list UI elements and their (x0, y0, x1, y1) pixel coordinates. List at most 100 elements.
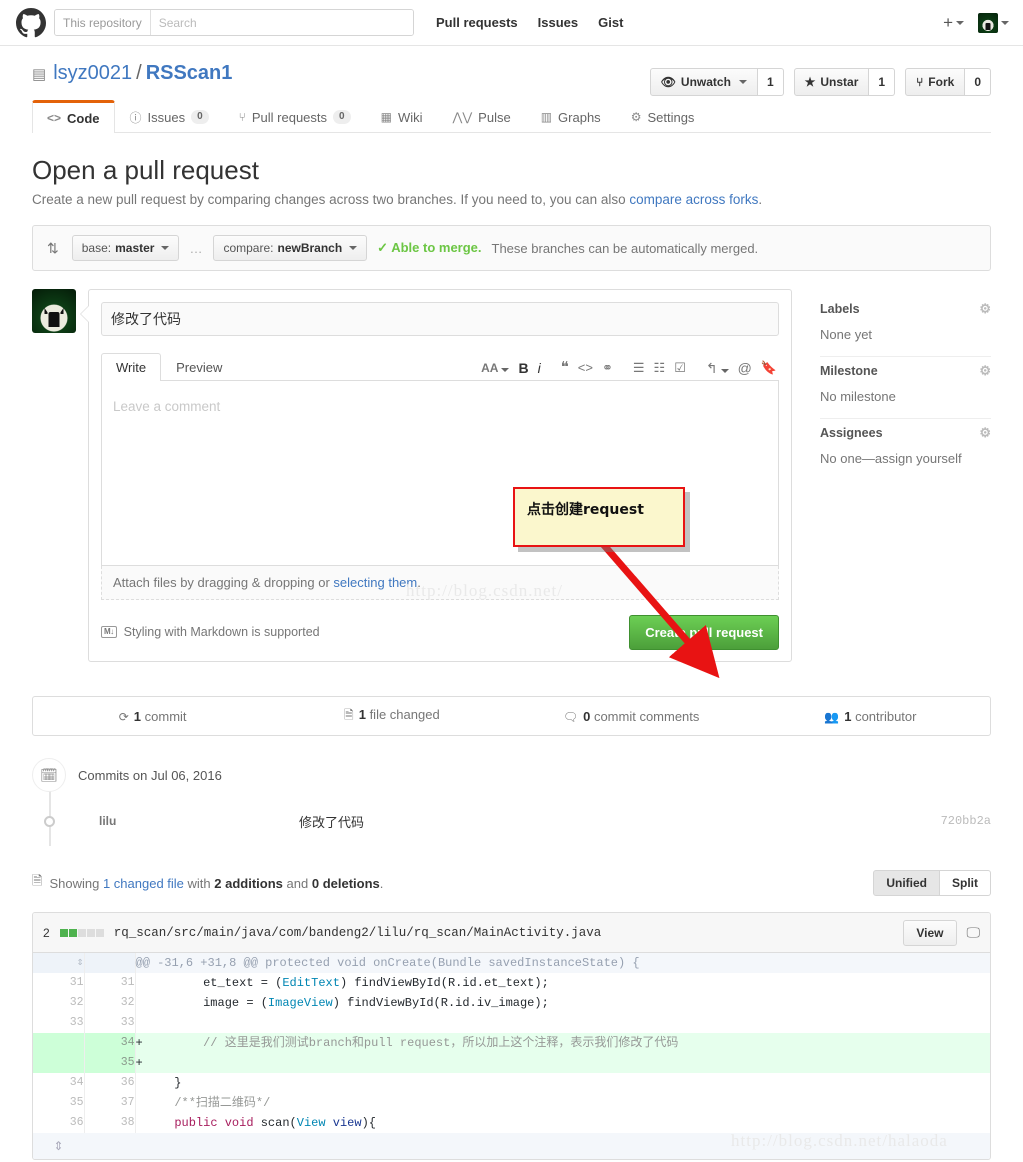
line-code[interactable]: } (135, 1073, 990, 1093)
line-number-new: 34 (84, 1033, 136, 1053)
line-code[interactable]: + (135, 1053, 990, 1073)
desktop-download-icon[interactable]: 🖵 (967, 924, 981, 941)
stat-comments-count: 0 (583, 708, 591, 724)
tab-pull-requests[interactable]: ⑂ Pull requests 0 (224, 100, 366, 133)
search-scope-label[interactable]: This repository (55, 10, 151, 35)
stat-files-changed[interactable]: 🗎 1 file changed (272, 706, 511, 727)
file-path[interactable]: rq_scan/src/main/java/com/bandeng2/lilu/… (114, 926, 894, 940)
mention-icon[interactable]: @ (738, 361, 752, 375)
repository-tabs: <> Code ⓘ Issues 0 ⑂ Pull requests 0 ▦ W… (32, 99, 991, 133)
swap-branches-icon[interactable]: ⇅ (47, 240, 59, 257)
markdown-support-note: M↓ Styling with Markdown is supported (101, 625, 320, 639)
commit-author[interactable]: lilu (99, 814, 299, 828)
line-code[interactable]: /**扫描二维码*/ (135, 1093, 990, 1113)
diff-line-context: 33 33 (33, 1013, 990, 1033)
chevron-down-icon (738, 80, 747, 84)
line-number-old (33, 1053, 85, 1073)
commit-icon: ⟳ (118, 709, 129, 724)
repo-name-link[interactable]: RSScan1 (146, 62, 233, 85)
gear-icon[interactable]: ⚙ (979, 301, 991, 317)
star-count[interactable]: 1 (869, 68, 896, 96)
gear-icon[interactable]: ⚙ (979, 363, 991, 379)
tab-graphs[interactable]: ▥ Graphs (526, 100, 616, 133)
file-diff-header: 2 rq_scan/src/main/java/com/bandeng2/lil… (33, 913, 990, 953)
issue-opened-icon: ⓘ (129, 110, 142, 125)
eye-icon: 👁 (660, 75, 676, 89)
repo-owner-link[interactable]: lsyz0021 (53, 62, 132, 85)
line-code[interactable]: et_text = (EditText) findViewById(R.id.e… (135, 973, 990, 993)
unwatch-button[interactable]: 👁 Unwatch (649, 68, 758, 96)
unstar-button[interactable]: ★ Unstar (793, 68, 870, 96)
tab-pulse[interactable]: ⋀⋁ Pulse (437, 100, 525, 133)
compare-branch-select[interactable]: compare: newBranch (213, 235, 368, 261)
fork-button[interactable]: ⑂ Fork (905, 68, 966, 96)
search-input[interactable] (150, 10, 413, 35)
commit-message[interactable]: 修改了代码 (299, 812, 941, 831)
account-menu[interactable] (978, 13, 1009, 33)
text-size-icon[interactable]: AA (481, 362, 510, 374)
compare-ellipsis: … (189, 240, 204, 256)
annotation-callout-box: 点击创建request (513, 487, 685, 547)
nav-link-gist[interactable]: Gist (598, 15, 623, 30)
bold-icon[interactable]: B (518, 361, 528, 375)
pull-request-stats-bar: ⟳ 1 commit 🗎 1 file changed 🗨 0 commit comm… (32, 696, 991, 736)
tab-write[interactable]: Write (101, 353, 162, 381)
search-box[interactable]: This repository (54, 9, 414, 36)
saved-replies-icon[interactable]: 🔖 (761, 361, 777, 374)
ordered-list-icon[interactable]: ☷ (654, 361, 666, 374)
gear-icon[interactable]: ⚙ (979, 425, 991, 441)
merge-status: ✓ Able to merge. (377, 240, 481, 256)
stat-commit-comments[interactable]: 🗨 0 commit comments (512, 709, 751, 724)
tab-pull-requests-count: 0 (333, 110, 351, 124)
repo-title-separator: / (136, 62, 142, 84)
quote-icon[interactable]: ❝ (561, 360, 569, 375)
star-button-group: ★ Unstar 1 (793, 68, 896, 96)
write-preview-tabs: Write Preview AA B i ❝ <> ⚭ ☰ ☷ ☑ ↰ @ 🔖 (101, 350, 779, 381)
nav-link-pull-requests[interactable]: Pull requests (436, 15, 518, 30)
commit-dot-icon (44, 815, 55, 827)
watermark-bottom: http://blog.csdn.net/halaoda (731, 1131, 948, 1150)
view-file-button[interactable]: View (903, 919, 957, 946)
create-new-menu[interactable]: + (943, 13, 964, 33)
diff-line-context: 34 36 } (33, 1073, 990, 1093)
github-mark-icon[interactable] (16, 7, 46, 38)
line-code[interactable]: public void scan(View view){ (135, 1113, 990, 1133)
tab-code[interactable]: <> Code (32, 100, 115, 133)
commit-sha[interactable]: 720bb2a (941, 814, 991, 828)
changed-file-link[interactable]: 1 changed file (103, 876, 184, 891)
pull-request-title-input[interactable] (101, 302, 779, 336)
compare-across-forks-link[interactable]: compare across forks (629, 192, 758, 207)
reply-icon[interactable]: ↰ (706, 361, 729, 375)
code-icon[interactable]: <> (578, 361, 593, 374)
check-icon: ✓ (377, 240, 389, 255)
link-icon[interactable]: ⚭ (602, 361, 613, 374)
watch-count[interactable]: 1 (757, 68, 784, 96)
line-code[interactable] (135, 1013, 990, 1033)
selecting-them-link[interactable]: selecting them (333, 575, 417, 590)
stat-contributors[interactable]: 👥 1 contributor (751, 709, 990, 724)
tab-settings[interactable]: ⚙ Settings (616, 100, 710, 133)
fork-count[interactable]: 0 (965, 68, 991, 96)
split-view-button[interactable]: Split (940, 870, 991, 896)
diff-period: . (379, 875, 384, 891)
unordered-list-icon[interactable]: ☰ (633, 361, 645, 374)
tab-code-label: Code (67, 110, 100, 126)
stat-commits[interactable]: ⟳ 1 commit (33, 709, 272, 724)
tab-wiki[interactable]: ▦ Wiki (366, 100, 438, 133)
hunk-expand-icon[interactable]: ⇕ (33, 1139, 84, 1153)
tab-issues[interactable]: ⓘ Issues 0 (115, 100, 224, 133)
hunk-expand-icon[interactable]: ⇕ (33, 953, 85, 973)
italic-icon[interactable]: i (538, 361, 541, 375)
merge-status-label: Able to merge. (391, 240, 482, 255)
create-pull-request-button[interactable]: Create pull request (629, 614, 779, 650)
unified-view-button[interactable]: Unified (873, 870, 940, 896)
tab-issues-count: 0 (191, 110, 209, 124)
line-code[interactable]: + // 这里是我们测试branch和pull request，所以加上这个注释… (135, 1033, 990, 1053)
base-branch-select[interactable]: base: master (71, 235, 180, 261)
nav-link-issues[interactable]: Issues (538, 15, 578, 30)
commit-row[interactable]: lilu 修改了代码 720bb2a (32, 802, 991, 840)
chevron-down-icon (956, 21, 964, 25)
line-code[interactable]: image = (ImageView) findViewById(R.id.iv… (135, 993, 990, 1013)
task-list-icon[interactable]: ☑ (674, 361, 686, 374)
tab-preview[interactable]: Preview (161, 353, 237, 381)
